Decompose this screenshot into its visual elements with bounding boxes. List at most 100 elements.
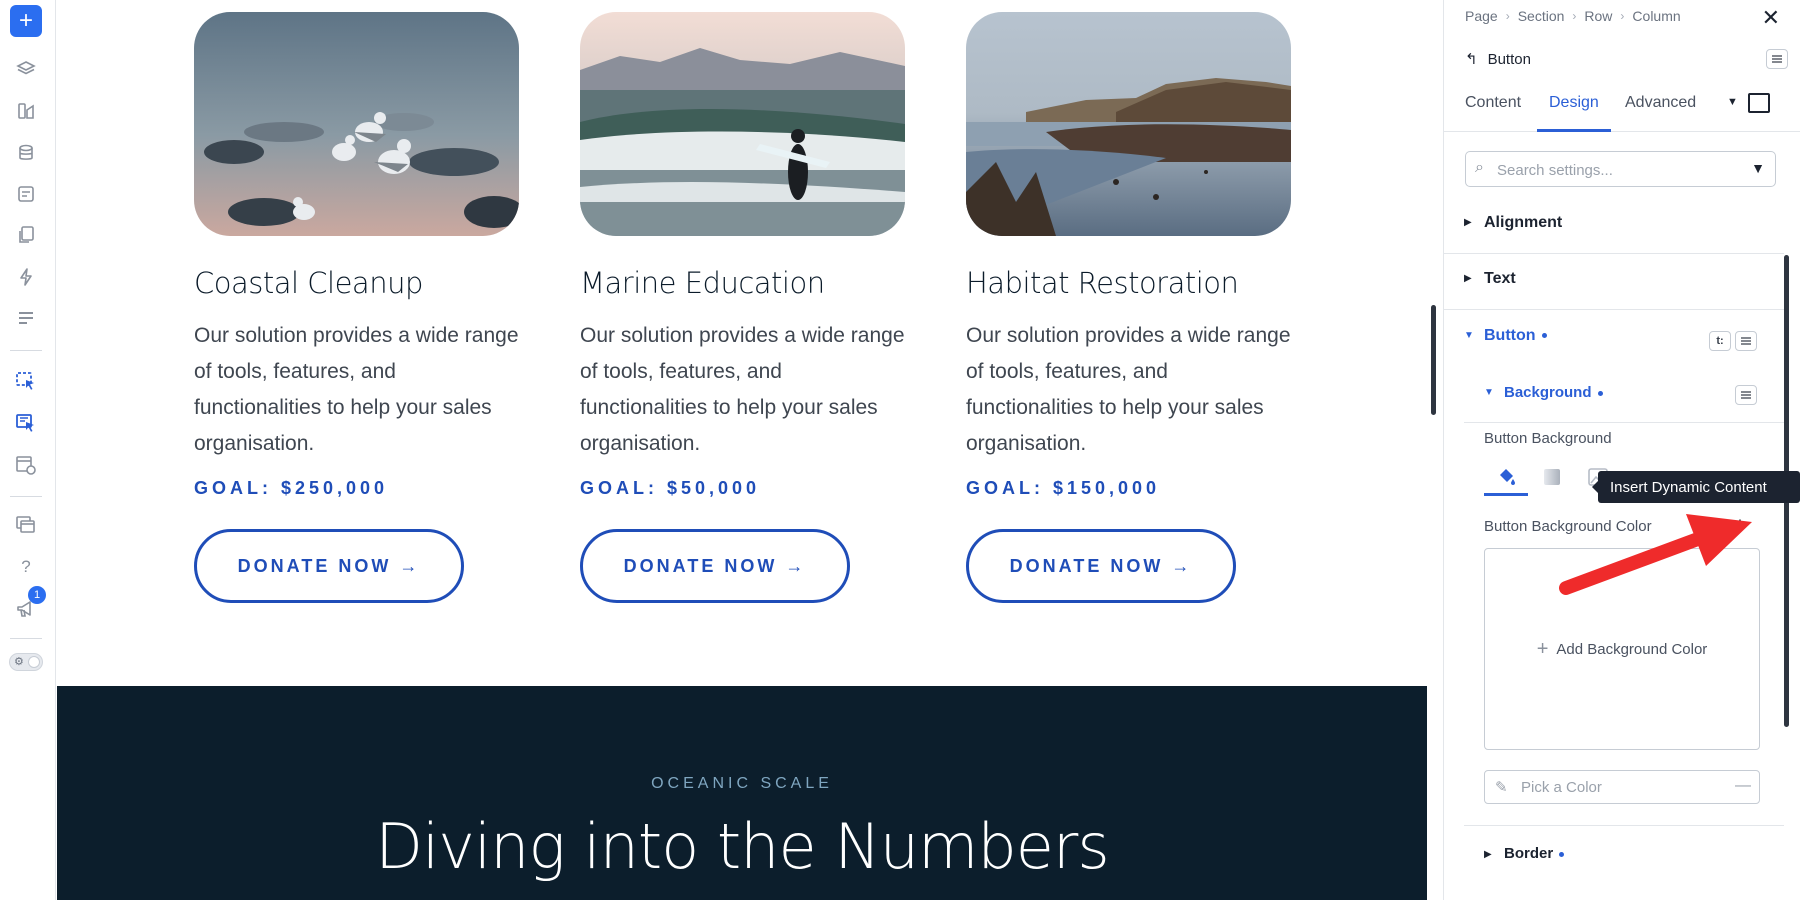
tab-content[interactable]: Content	[1465, 94, 1521, 112]
card-goal: GOAL: $250,000	[194, 478, 389, 498]
pages-icon[interactable]	[10, 219, 42, 251]
element-header: ↰ Button	[1465, 50, 1531, 69]
card-image-surfer	[580, 12, 905, 236]
settings-panel: Page › Section › Row › Column ✕ ↰ Button…	[1443, 0, 1800, 900]
donate-button[interactable]: DONATE NOW →	[194, 529, 464, 603]
tab-design[interactable]: Design	[1549, 94, 1599, 112]
settings-search: ⌕ ▼	[1465, 151, 1776, 187]
group-text[interactable]: ▶ Text	[1444, 254, 1784, 310]
breadcrumb-page[interactable]: Page	[1465, 8, 1498, 24]
caret-down-icon: ▼	[1484, 387, 1494, 398]
help-icon[interactable]: ?	[10, 551, 42, 583]
close-icon[interactable]: ✕	[1762, 5, 1780, 31]
dynamic-content-tooltip: Insert Dynamic Content	[1592, 471, 1800, 503]
eyedropper-icon[interactable]: ✎	[1495, 778, 1508, 796]
group-label-text: Button	[1484, 327, 1536, 344]
layers-icon[interactable]	[10, 53, 42, 85]
notification-badge: 1	[28, 586, 46, 604]
caret-down-icon[interactable]: ▼	[1727, 96, 1738, 108]
chevron-right-icon: ›	[1620, 9, 1625, 23]
element-title: Button	[1487, 50, 1531, 68]
group-border[interactable]: ▶ Border	[1464, 825, 1784, 881]
caret-right-icon: ▶	[1464, 273, 1472, 284]
back-arrow-icon[interactable]: ↰	[1465, 50, 1478, 68]
breadcrumb: Page › Section › Row › Column	[1465, 8, 1681, 24]
card-title: Habitat Restoration	[966, 266, 1239, 300]
donate-button[interactable]: DONATE NOW →	[966, 529, 1236, 603]
section-title: Diving into the Numbers	[375, 810, 1109, 883]
canvas-scrollbar[interactable]	[1431, 305, 1436, 415]
card-image-seagulls	[194, 12, 519, 236]
group-label: Text	[1484, 270, 1516, 287]
active-tab-indicator	[1537, 129, 1611, 132]
card-image-coastline	[966, 12, 1291, 236]
windows-icon[interactable]	[10, 509, 42, 541]
breadcrumb-section[interactable]: Section	[1518, 8, 1565, 24]
card-description: Our solution provides a wide range of to…	[580, 324, 905, 455]
card-description: Our solution provides a wide range of to…	[966, 324, 1291, 455]
filter-icon[interactable]: ▼	[1751, 160, 1765, 176]
tab-advanced[interactable]: Advanced	[1625, 94, 1696, 112]
breadcrumb-column[interactable]: Column	[1632, 8, 1680, 24]
form-icon[interactable]	[10, 178, 42, 210]
search-icon: ⌕	[1475, 159, 1484, 176]
card-goal: GOAL: $50,000	[580, 478, 761, 498]
add-background-color-label: Add Background Color	[1556, 640, 1708, 658]
pick-color-field[interactable]: ✎ Pick a Color —	[1484, 770, 1760, 804]
card-title: Coastal Cleanup	[194, 266, 423, 300]
chevron-right-icon: ›	[1505, 9, 1510, 23]
select-multi-icon[interactable]	[10, 407, 42, 439]
toggle-knob	[28, 656, 40, 668]
template-preview-icon[interactable]	[10, 449, 42, 481]
theme-builder-icon[interactable]	[10, 95, 42, 127]
group-label: Border	[1504, 845, 1565, 862]
mode-toggle[interactable]: ⚙	[9, 653, 43, 671]
element-options-icon[interactable]	[1766, 49, 1788, 69]
group-label-text: Background	[1504, 384, 1592, 401]
annotation-arrow	[1559, 514, 1752, 595]
builder-app: + ? 1 ⚙ Coastal Cleanup Our solution pro…	[0, 0, 1800, 900]
list-icon[interactable]	[10, 302, 42, 334]
responsive-view-icon[interactable]	[1748, 93, 1770, 113]
group-label: Alignment	[1484, 214, 1563, 231]
lightning-icon[interactable]	[10, 261, 42, 293]
donate-button[interactable]: DONATE NOW →	[580, 529, 850, 603]
group-options-icon[interactable]	[1735, 331, 1757, 351]
section-eyebrow: OCEANIC SCALE	[651, 775, 833, 792]
modified-dot	[1559, 851, 1565, 857]
left-toolbar: + ? 1 ⚙	[0, 0, 56, 900]
clear-color-icon[interactable]: —	[1735, 777, 1751, 795]
modified-dot	[1541, 333, 1547, 339]
group-alignment[interactable]: ▶ Alignment	[1444, 198, 1784, 254]
active-bg-type-indicator	[1484, 493, 1528, 496]
card-description: Our solution provides a wide range of to…	[194, 324, 519, 455]
group-label: Background	[1504, 384, 1603, 401]
toolbar-divider	[10, 350, 42, 351]
database-icon[interactable]	[10, 137, 42, 169]
button-background-label: Button Background	[1484, 430, 1612, 447]
text-style-icon[interactable]: t:	[1709, 331, 1731, 351]
page-canvas: Coastal Cleanup Our solution provides a …	[57, 0, 1427, 900]
caret-down-icon: ▼	[1464, 330, 1474, 341]
caret-right-icon: ▶	[1464, 217, 1472, 228]
stats-section: OCEANIC SCALE Diving into the Numbers	[57, 686, 1427, 900]
breadcrumb-row[interactable]: Row	[1584, 8, 1612, 24]
add-element-button[interactable]: +	[10, 5, 42, 37]
group-button[interactable]: ▼ Button t:	[1444, 311, 1784, 367]
card-goal: GOAL: $150,000	[966, 478, 1161, 498]
search-input[interactable]	[1497, 159, 1737, 181]
group-options-icon[interactable]	[1735, 385, 1757, 405]
plus-icon: +	[1536, 637, 1549, 660]
modified-dot	[1597, 390, 1603, 396]
select-tool-icon[interactable]	[10, 365, 42, 397]
group-background[interactable]: ▼ Background	[1464, 367, 1784, 423]
toolbar-divider	[10, 638, 42, 639]
group-label-text: Border	[1504, 845, 1554, 862]
paint-bucket-icon[interactable]	[1484, 462, 1528, 492]
gear-icon: ⚙	[14, 656, 24, 668]
gradient-icon[interactable]	[1530, 462, 1574, 492]
toolbar-divider	[10, 496, 42, 497]
caret-right-icon: ▶	[1484, 849, 1492, 860]
pick-color-placeholder: Pick a Color	[1521, 779, 1602, 796]
chevron-right-icon: ›	[1572, 9, 1577, 23]
